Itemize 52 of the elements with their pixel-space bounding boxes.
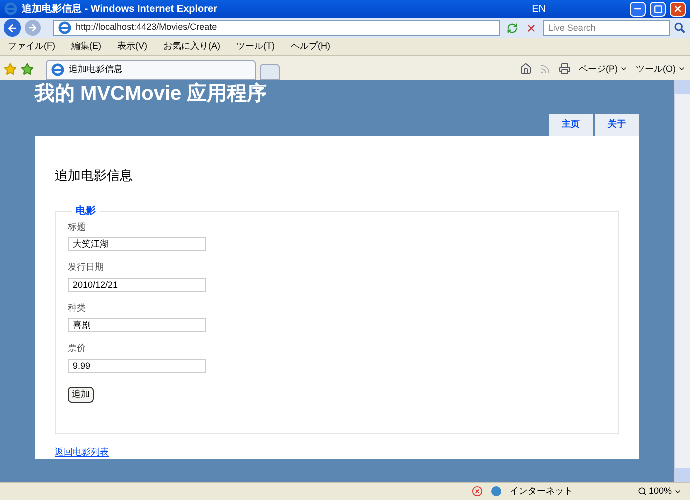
menu-item[interactable]: ファイル(F): [8, 40, 56, 54]
search-icon[interactable]: [674, 22, 686, 34]
window-title: 追加电影信息 - Windows Internet Explorer: [22, 2, 218, 16]
popup-blocked-icon: [472, 486, 483, 497]
menu-item[interactable]: ツール(T): [236, 40, 275, 54]
submit-button[interactable]: 追加: [68, 386, 94, 402]
browser-logo-icon: [4, 2, 18, 16]
security-zone: インターネット: [510, 484, 574, 498]
menu-item[interactable]: ヘルプ(H): [291, 40, 330, 54]
maximize-button[interactable]: [650, 2, 666, 16]
field-label: 种类: [68, 302, 87, 314]
scrollbar[interactable]: [674, 80, 690, 482]
back-arrow-icon: [7, 22, 18, 34]
stop-icon: [526, 22, 538, 34]
page-heading: 追加电影信息: [55, 167, 134, 185]
browser-logo-icon: [58, 21, 72, 35]
language-indicator: EN: [532, 2, 546, 16]
close-icon: [673, 4, 683, 14]
browser-logo-icon: [51, 63, 65, 77]
magnifier-icon: [638, 487, 647, 496]
text-field[interactable]: 大笑江湖: [68, 237, 206, 251]
globe-icon: [490, 486, 502, 497]
search-field[interactable]: Live Search: [543, 20, 670, 36]
field-label: 发行日期: [68, 261, 105, 274]
menu-item[interactable]: 表示(V): [118, 40, 148, 54]
nav-tab[interactable]: 主页: [549, 114, 593, 136]
zoom-button[interactable]: 100%: [638, 484, 682, 498]
toolbar-menu-button[interactable]: ツール(O): [636, 62, 686, 76]
back-link[interactable]: 返回电影列表: [55, 446, 619, 459]
text-field[interactable]: 2010/12/21: [68, 278, 206, 292]
text-field[interactable]: 喜剧: [68, 318, 206, 332]
site-title: 我的 MVCMovie 应用程序: [35, 82, 268, 107]
fieldset-legend: 电影: [72, 204, 100, 218]
text-field[interactable]: 9.99: [68, 358, 206, 372]
address-field[interactable]: http://localhost:4423/Movies/Create: [53, 20, 500, 36]
minimize-button[interactable]: [630, 2, 646, 16]
print-icon[interactable]: [559, 63, 571, 76]
refresh-icon: [506, 22, 518, 34]
add-favorite-icon[interactable]: [21, 63, 34, 76]
menu-item[interactable]: お気に入り(A): [164, 40, 220, 54]
field-label: 标题: [68, 220, 87, 234]
nav-tab[interactable]: 关于: [595, 114, 639, 136]
maximize-icon: [654, 4, 662, 14]
close-button[interactable]: [670, 2, 686, 16]
back-button[interactable]: [4, 19, 22, 37]
menu-item[interactable]: 編集(E): [72, 40, 102, 54]
forward-arrow-icon: [28, 23, 38, 33]
browser-tab[interactable]: 追加电影信息: [46, 60, 256, 80]
toolbar-menu-button[interactable]: ページ(P): [579, 62, 628, 76]
field-label: 票价: [68, 342, 87, 355]
favorites-star-icon[interactable]: [4, 63, 17, 76]
home-icon[interactable]: [520, 63, 532, 76]
